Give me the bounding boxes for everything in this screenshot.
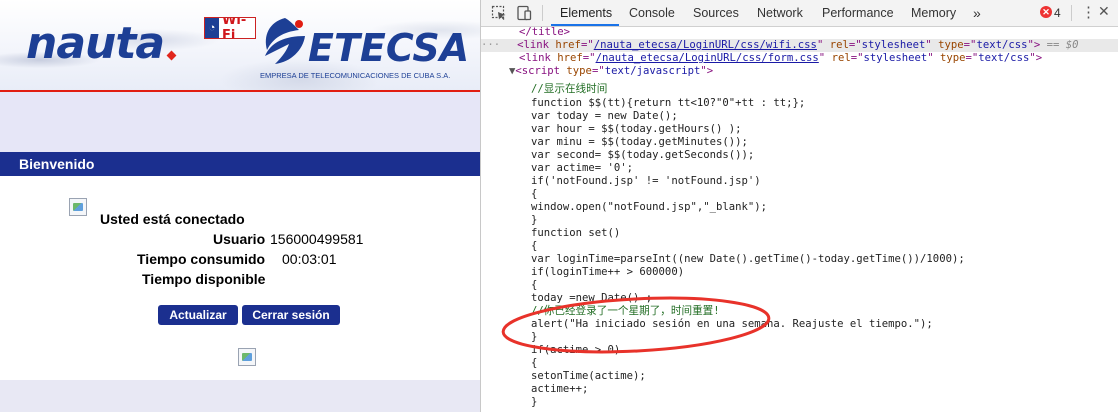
code-line: var today = new Date(); (481, 110, 1118, 123)
code-text: stylesheet (861, 39, 926, 51)
tab-memory[interactable]: Memory (911, 0, 956, 26)
dom-line[interactable]: </title> (481, 26, 1118, 39)
refresh-button[interactable]: Actualizar (158, 305, 238, 325)
code-text: var hour = $$(today.getHours() ); (531, 123, 742, 135)
close-icon[interactable]: ✕ (1098, 3, 1110, 20)
code-line: if(loginTime++ > 600000) (481, 266, 1118, 279)
error-count[interactable]: 4 (1054, 0, 1061, 26)
code-text: </title> (519, 26, 571, 38)
code-text: //显示在线时间 (531, 83, 608, 95)
ellipsis-icon: ··· (481, 39, 501, 51)
code-line: { (481, 279, 1118, 292)
code-line: //显示在线时间 (481, 83, 1118, 96)
dom-line[interactable]: ▼<script type="text/javascript"> (481, 65, 1118, 78)
tab-performance[interactable]: Performance (822, 0, 894, 26)
code-text: { (531, 279, 538, 291)
welcome-title: Bienvenido (19, 156, 95, 172)
code-line: window.open("notFound.jsp","_blank"); (481, 201, 1118, 214)
time-used-label: Tiempo consumido (137, 251, 266, 267)
nauta-logo: nauta (26, 18, 165, 69)
code-line: var actime= '0'; (481, 162, 1118, 175)
code-line: function $$(tt){return tt<10?"0"+tt : tt… (481, 97, 1118, 110)
user-label: Usuario (213, 231, 266, 247)
code-line: { (481, 188, 1118, 201)
kebab-menu-icon[interactable]: ⋮ (1081, 3, 1096, 21)
code-text: setonTime(actime); (531, 370, 646, 382)
code-text: if('notFound.jsp' != 'notFound.jsp') (531, 175, 761, 187)
toolbar-divider (1071, 5, 1072, 21)
code-text: function $$(tt){return tt<10?"0"+tt : tt… (531, 97, 806, 109)
logout-button[interactable]: Cerrar sesión (242, 305, 340, 325)
code-line: setonTime(actime); (481, 370, 1118, 383)
code-line: { (481, 240, 1118, 253)
code-text: } (531, 396, 538, 408)
code-line: actime++; (481, 383, 1118, 396)
code-text: var actime= '0'; (531, 162, 634, 174)
time-available-label: Tiempo disponible (142, 271, 266, 287)
code-text: { (531, 357, 538, 369)
inspect-icon[interactable] (491, 5, 507, 21)
code-text: if(loginTime++ > 600000) (531, 266, 685, 278)
more-tabs-chevron-icon[interactable]: » (973, 0, 981, 26)
portal-banner: nauta ◔ Wi-Fi ETECSA EMPRESA DE TELECOMU… (0, 0, 480, 92)
annotation-ellipse (501, 296, 771, 354)
tab-network[interactable]: Network (757, 0, 803, 26)
code-text: function set() (531, 227, 621, 239)
code-text: { (531, 240, 538, 252)
code-line: { (481, 357, 1118, 370)
dom-line-selected[interactable]: ··· <link href="/nauta_etecsa/LoginURL/cs… (481, 39, 1118, 52)
code-line: var second= $$(today.getSeconds()); (481, 149, 1118, 162)
code-line: var minu = $$(today.getMinutes()); (481, 136, 1118, 149)
time-used-value: 00:03:01 (282, 251, 337, 267)
code-line: var loginTime=parseInt((new Date().getTi… (481, 253, 1118, 266)
devtools-toolbar: Elements Console Sources Network Perform… (481, 0, 1118, 27)
code-text: var minu = $$(today.getMinutes()); (531, 136, 748, 148)
wifi-badge-text: Wi-Fi (222, 17, 247, 39)
code-line: if('notFound.jsp' != 'notFound.jsp') (481, 175, 1118, 188)
code-text: var loginTime=parseInt((new Date().getTi… (531, 253, 965, 265)
code-text: text/javascript (604, 65, 701, 77)
broken-image-icon (69, 198, 87, 216)
console-ref: == $0 (1046, 39, 1079, 51)
code-line: var hour = $$(today.getHours() ); (481, 123, 1118, 136)
header-spacer (0, 92, 480, 152)
code-text: window.open("notFound.jsp","_blank"); (531, 201, 767, 213)
user-value: 156000499581 (270, 231, 364, 247)
etecsa-logo: ETECSA (308, 26, 470, 70)
error-icon[interactable]: ✕ (1040, 6, 1052, 18)
etecsa-subtitle: EMPRESA DE TELECOMUNICACIONES DE CUBA S.… (260, 71, 451, 80)
code-text: var today = new Date(); (531, 110, 678, 122)
toolbar-divider (542, 5, 543, 21)
portal-page: nauta ◔ Wi-Fi ETECSA EMPRESA DE TELECOMU… (0, 0, 480, 412)
connection-status: Usted está conectado (100, 211, 245, 227)
code-text: } (531, 214, 538, 226)
code-line: } (481, 214, 1118, 227)
code-line: } (481, 396, 1118, 409)
code-link[interactable]: /nauta_etecsa/LoginURL/css/form.css (596, 52, 819, 64)
code-line: function set() (481, 227, 1118, 240)
code-text: text/css (976, 39, 1028, 51)
tab-console[interactable]: Console (629, 0, 675, 26)
wifi-badge-logo: ◔ Wi-Fi (204, 17, 256, 39)
code-text: actime++; (531, 383, 589, 395)
code-link[interactable]: /nauta_etecsa/LoginURL/css/wifi.css (594, 39, 817, 51)
code-text: stylesheet (863, 52, 928, 64)
panel-footer (0, 380, 480, 412)
dom-line[interactable]: <link href="/nauta_etecsa/LoginURL/css/f… (481, 52, 1118, 65)
code-text: text/css (978, 52, 1030, 64)
device-toolbar-icon[interactable] (516, 5, 532, 21)
wifi-icon: ◔ (205, 18, 220, 38)
tab-elements[interactable]: Elements (560, 0, 612, 26)
code-text: var second= $$(today.getSeconds()); (531, 149, 755, 161)
code-text: { (531, 188, 538, 200)
etecsa-emblem-icon (265, 18, 305, 64)
broken-image-icon (238, 348, 256, 366)
tab-sources[interactable]: Sources (693, 0, 739, 26)
